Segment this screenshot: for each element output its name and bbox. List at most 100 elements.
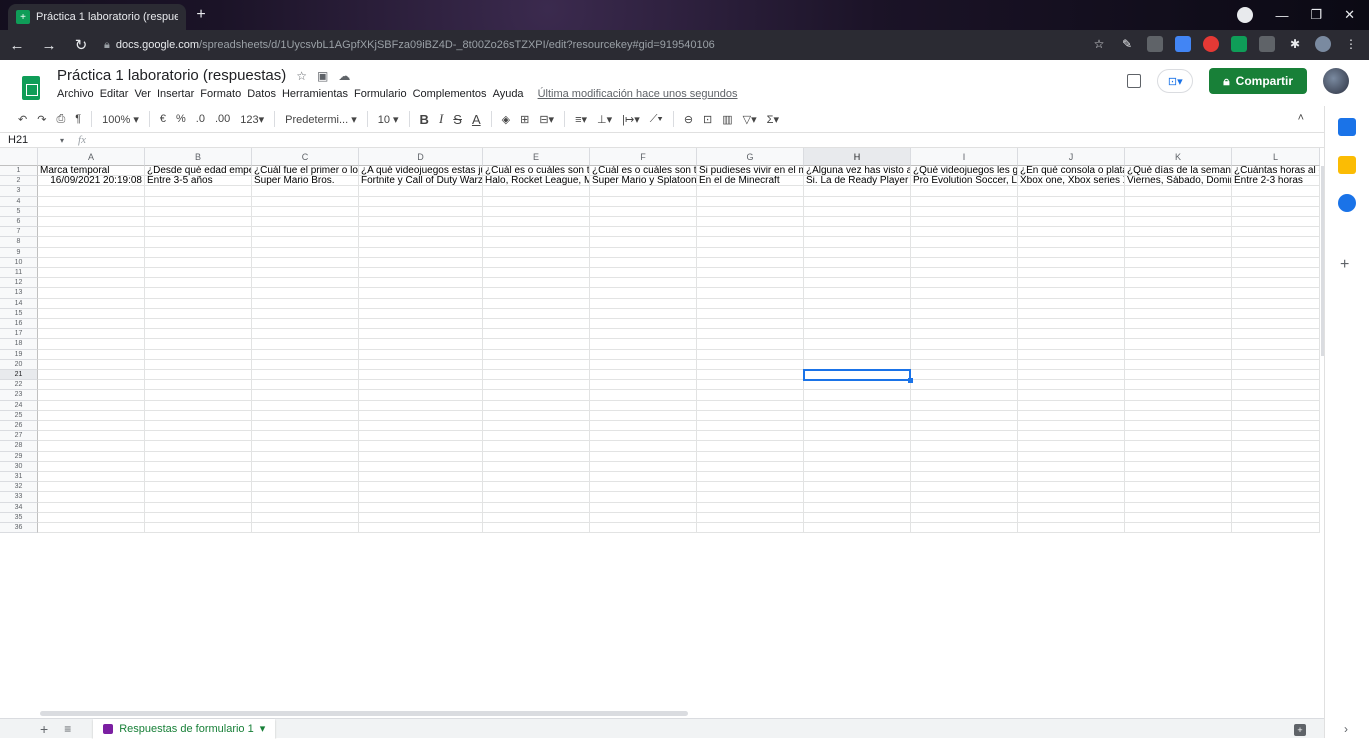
cell-f1[interactable]: ¿Cuál es o cuáles son tu xyxy=(590,166,697,177)
cell-f35[interactable] xyxy=(590,512,697,523)
cell-k10[interactable] xyxy=(1125,257,1232,268)
cell-g29[interactable] xyxy=(697,451,804,462)
cell-a5[interactable] xyxy=(38,206,145,217)
cell-g17[interactable] xyxy=(697,329,804,340)
cell-f5[interactable] xyxy=(590,206,697,217)
cell-g15[interactable] xyxy=(697,308,804,319)
cell-l18[interactable] xyxy=(1232,339,1320,350)
cell-f28[interactable] xyxy=(590,441,697,452)
cell-l35[interactable] xyxy=(1232,512,1320,523)
cell-f6[interactable] xyxy=(590,217,697,228)
cell-h34[interactable] xyxy=(804,502,911,513)
cell-b27[interactable] xyxy=(145,431,252,442)
cell-b35[interactable] xyxy=(145,512,252,523)
cell-c28[interactable] xyxy=(252,441,359,452)
cell-d31[interactable] xyxy=(359,472,483,483)
comments-icon[interactable] xyxy=(1127,74,1142,88)
cell-e12[interactable] xyxy=(483,278,590,289)
cell-j10[interactable] xyxy=(1018,257,1125,268)
zoom-select[interactable]: 100% ▾ xyxy=(102,113,139,126)
cell-b5[interactable] xyxy=(145,206,252,217)
cell-i4[interactable] xyxy=(911,196,1018,207)
cell-h36[interactable] xyxy=(804,523,911,534)
cell-j2[interactable]: Xbox one, Xbox series X xyxy=(1018,176,1125,187)
explore-icon[interactable]: + xyxy=(1294,724,1306,736)
cell-c33[interactable] xyxy=(252,492,359,503)
cell-k22[interactable] xyxy=(1125,380,1232,391)
cell-f34[interactable] xyxy=(590,502,697,513)
font-size-select[interactable]: 10 ▾ xyxy=(378,113,399,126)
row-header-3[interactable]: 3 xyxy=(0,186,38,197)
present-button[interactable]: ⊡▾ xyxy=(1157,69,1194,93)
cell-g13[interactable] xyxy=(697,288,804,299)
cell-g8[interactable] xyxy=(697,237,804,248)
cell-i3[interactable] xyxy=(911,186,1018,197)
row-header-24[interactable]: 24 xyxy=(0,400,38,411)
undo-icon[interactable]: ↶ xyxy=(18,113,27,126)
cell-f17[interactable] xyxy=(590,329,697,340)
cell-h29[interactable] xyxy=(804,451,911,462)
cell-i34[interactable] xyxy=(911,502,1018,513)
cell-k27[interactable] xyxy=(1125,431,1232,442)
row-header-7[interactable]: 7 xyxy=(0,227,38,238)
share-button[interactable]: 🔒︎ Compartir xyxy=(1209,68,1307,94)
cell-h13[interactable] xyxy=(804,288,911,299)
cell-c3[interactable] xyxy=(252,186,359,197)
bookmark-star-icon[interactable]: ☆ xyxy=(1091,36,1107,52)
cell-j11[interactable] xyxy=(1018,268,1125,279)
cell-h23[interactable] xyxy=(804,390,911,401)
cell-h9[interactable] xyxy=(804,247,911,258)
cell-d10[interactable] xyxy=(359,257,483,268)
cell-i31[interactable] xyxy=(911,472,1018,483)
cell-k19[interactable] xyxy=(1125,349,1232,360)
cell-a30[interactable] xyxy=(38,461,145,472)
docs-extension-icon[interactable] xyxy=(1175,36,1191,52)
column-header-j[interactable]: J xyxy=(1018,148,1125,166)
cell-c20[interactable] xyxy=(252,359,359,370)
cell-f10[interactable] xyxy=(590,257,697,268)
text-wrap-icon[interactable]: |↦▾ xyxy=(622,113,640,126)
cell-k6[interactable] xyxy=(1125,217,1232,228)
menu-archivo[interactable]: Archivo xyxy=(57,88,94,100)
cell-g3[interactable] xyxy=(697,186,804,197)
cell-c24[interactable] xyxy=(252,400,359,411)
cell-i19[interactable] xyxy=(911,349,1018,360)
row-header-1[interactable]: 1 xyxy=(0,166,38,177)
cell-d13[interactable] xyxy=(359,288,483,299)
cell-f14[interactable] xyxy=(590,298,697,309)
cell-e1[interactable]: ¿Cuál es o cuáles son tu xyxy=(483,166,590,177)
cell-d14[interactable] xyxy=(359,298,483,309)
cell-a33[interactable] xyxy=(38,492,145,503)
cell-a10[interactable] xyxy=(38,257,145,268)
row-header-4[interactable]: 4 xyxy=(0,196,38,207)
cell-g25[interactable] xyxy=(697,410,804,421)
cell-d26[interactable] xyxy=(359,421,483,432)
cell-f32[interactable] xyxy=(590,482,697,493)
cell-g10[interactable] xyxy=(697,257,804,268)
cell-l30[interactable] xyxy=(1232,461,1320,472)
cell-i36[interactable] xyxy=(911,523,1018,534)
cell-b12[interactable] xyxy=(145,278,252,289)
cell-a32[interactable] xyxy=(38,482,145,493)
cell-j20[interactable] xyxy=(1018,359,1125,370)
cell-c6[interactable] xyxy=(252,217,359,228)
comment-icon[interactable]: ⊡ xyxy=(703,113,712,126)
cell-e26[interactable] xyxy=(483,421,590,432)
adblock-icon[interactable] xyxy=(1203,36,1219,52)
cell-i23[interactable] xyxy=(911,390,1018,401)
row-header-8[interactable]: 8 xyxy=(0,237,38,248)
cell-c19[interactable] xyxy=(252,349,359,360)
cell-b21[interactable] xyxy=(145,370,252,381)
cell-d33[interactable] xyxy=(359,492,483,503)
cell-c35[interactable] xyxy=(252,512,359,523)
cell-b16[interactable] xyxy=(145,319,252,330)
back-icon[interactable]: ← xyxy=(8,37,26,54)
cell-d6[interactable] xyxy=(359,217,483,228)
cell-e14[interactable] xyxy=(483,298,590,309)
cell-g34[interactable] xyxy=(697,502,804,513)
cell-i22[interactable] xyxy=(911,380,1018,391)
cell-l20[interactable] xyxy=(1232,359,1320,370)
cell-f22[interactable] xyxy=(590,380,697,391)
cell-f36[interactable] xyxy=(590,523,697,534)
cell-k24[interactable] xyxy=(1125,400,1232,411)
